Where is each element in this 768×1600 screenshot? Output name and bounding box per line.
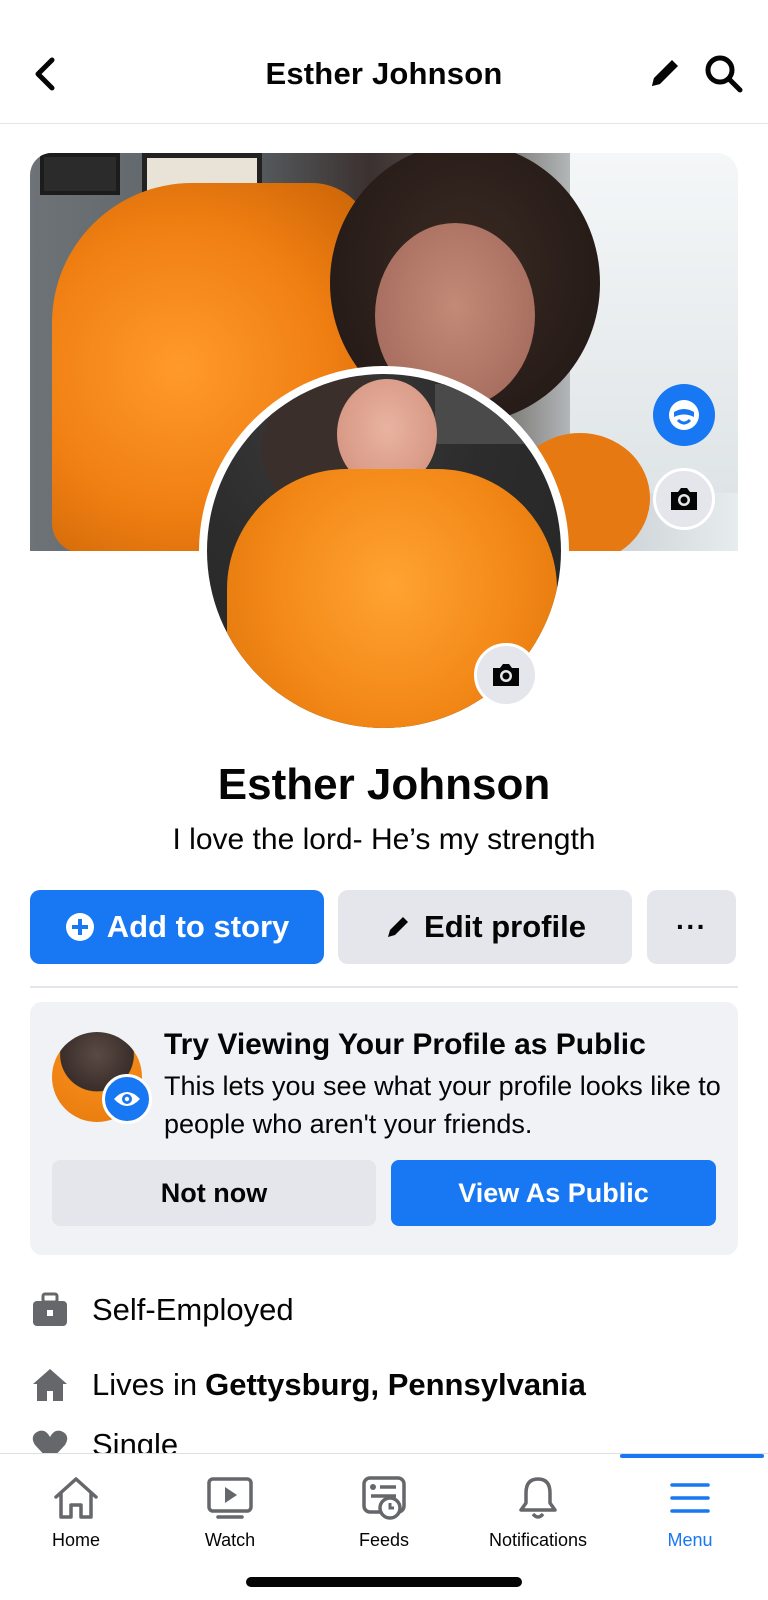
camera-icon [671, 488, 697, 510]
pencil-icon[interactable] [646, 54, 684, 92]
feeds-icon [314, 1468, 454, 1528]
tab-watch-label: Watch [204, 1530, 256, 1550]
card-title: Try Viewing Your Profile as Public [164, 1028, 646, 1061]
more-options-button[interactable]: ··· [647, 890, 736, 964]
tab-notifications[interactable]: Notifications [468, 1468, 608, 1551]
tab-home-label: Home [51, 1530, 100, 1550]
home-icon [30, 1365, 70, 1405]
camera-icon [493, 664, 519, 686]
active-tab-indicator [620, 1454, 764, 1458]
pencil-icon [388, 917, 409, 937]
more-dots-icon: ··· [676, 911, 707, 942]
tab-notifications-label: Notifications [488, 1530, 588, 1550]
plus-circle-icon [65, 913, 94, 941]
lives-in-prefix: Lives in [92, 1367, 198, 1402]
work-text: Self-Employed [92, 1292, 294, 1327]
bell-icon [468, 1468, 608, 1528]
tab-feeds-label: Feeds [358, 1530, 410, 1550]
profile-bg-shelf [435, 384, 545, 444]
edit-cover-camera-button[interactable] [653, 468, 715, 530]
location-detail: Lives in Gettysburg, Pennsylvania [30, 1360, 586, 1410]
not-now-button[interactable]: Not now [52, 1160, 376, 1226]
lives-in-place[interactable]: Gettysburg, Pennsylvania [205, 1367, 586, 1403]
view-as-public-card: Try Viewing Your Profile as Public This … [30, 1002, 738, 1255]
work-detail: Self-Employed [30, 1285, 294, 1335]
tab-menu[interactable]: Menu [620, 1468, 760, 1551]
add-to-story-label: Add to story [106, 909, 290, 944]
tab-menu-label: Menu [667, 1530, 713, 1550]
profile-bio: I love the lord- He’s my strength [172, 823, 596, 856]
edit-profile-button[interactable]: Edit profile [338, 890, 632, 964]
top-bar: Esther Johnson [0, 0, 768, 124]
edit-profile-picture-camera-button[interactable] [474, 643, 538, 707]
search-icon[interactable] [704, 54, 744, 94]
divider [30, 986, 738, 988]
view-as-public-button[interactable]: View As Public [391, 1160, 716, 1226]
eye-icon [102, 1074, 152, 1124]
add-to-story-button[interactable]: Add to story [30, 890, 324, 964]
cover-wall-frame [40, 153, 120, 195]
tab-feeds[interactable]: Feeds [314, 1468, 454, 1551]
watch-icon [160, 1468, 300, 1528]
avatar-icon [669, 400, 699, 430]
home-indicator[interactable] [246, 1577, 522, 1587]
home-icon [6, 1468, 146, 1528]
avatar-button[interactable] [653, 384, 715, 446]
tab-home[interactable]: Home [6, 1468, 146, 1551]
profile-name: Esther Johnson [217, 760, 551, 809]
menu-icon [620, 1468, 760, 1528]
tab-watch[interactable]: Watch [160, 1468, 300, 1551]
briefcase-icon [30, 1290, 70, 1330]
edit-profile-label: Edit profile [424, 909, 586, 944]
card-description: This lets you see what your profile look… [164, 1071, 721, 1139]
